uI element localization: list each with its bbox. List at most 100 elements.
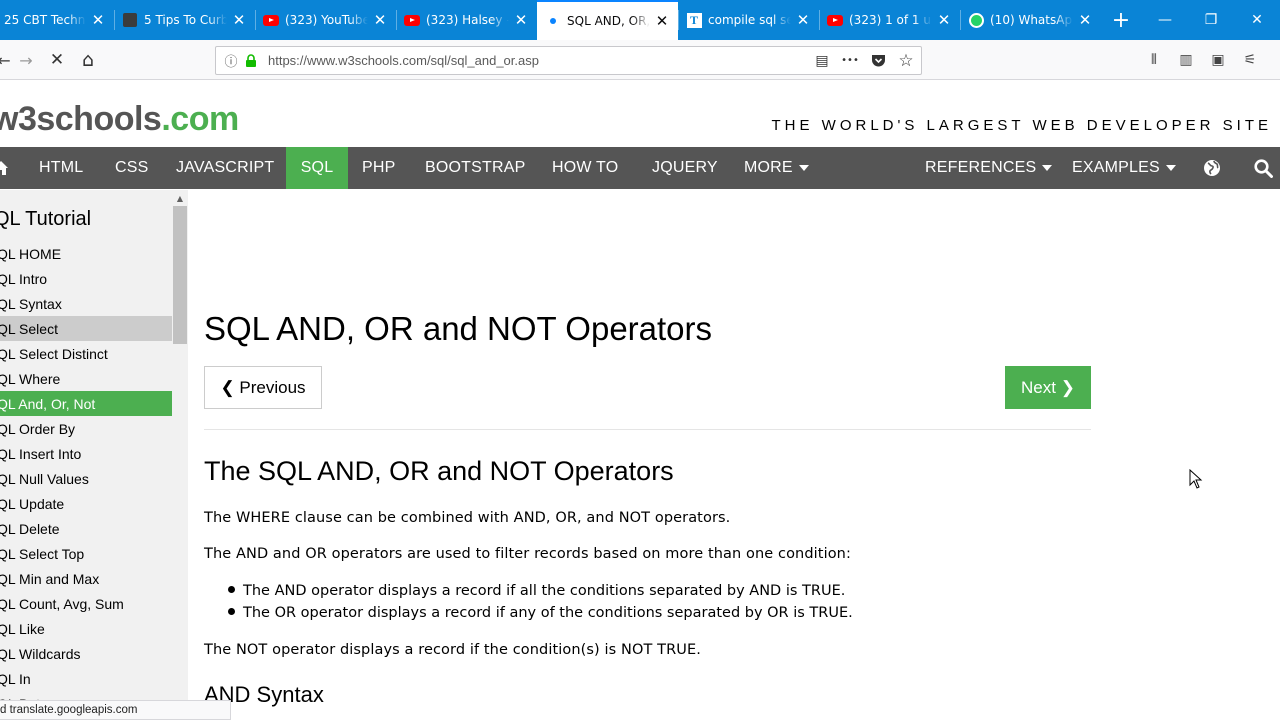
- nav-examples[interactable]: EXAMPLES: [1072, 147, 1176, 189]
- whatsapp-icon: [968, 12, 984, 28]
- home-button[interactable]: ⌂: [76, 48, 100, 72]
- browser-tab[interactable]: (10) WhatsApp ✕: [960, 0, 1101, 40]
- pocket-icon[interactable]: [869, 52, 887, 70]
- logo-main: w3schools: [0, 100, 162, 138]
- nav-bootstrap[interactable]: BOOTSTRAP: [425, 147, 525, 189]
- bookmark-star-icon[interactable]: ☆: [897, 51, 915, 71]
- sidebar-item[interactable]: QL And, Or, Not: [0, 391, 172, 416]
- sidebar-item[interactable]: QL In: [0, 666, 172, 691]
- tab-close-icon[interactable]: ✕: [372, 12, 388, 28]
- nav-javascript[interactable]: JAVASCRIPT: [176, 147, 274, 189]
- sidebar-item[interactable]: QL Where: [0, 366, 172, 391]
- tab-title: (323) 1 of 1 uplo: [849, 13, 932, 27]
- url-text[interactable]: https://www.w3schools.com/sql/sql_and_or…: [268, 53, 539, 68]
- nav-references[interactable]: REFERENCES: [925, 147, 1053, 189]
- sidebar-item[interactable]: QL Order By: [0, 416, 172, 441]
- sidebar-item[interactable]: QL Null Values: [0, 466, 172, 491]
- url-bar[interactable]: ⓘ https://www.w3schools.com/sql/sql_and_…: [215, 46, 922, 75]
- status-bar: d translate.googleapis.com: [0, 700, 231, 720]
- sidebar-item[interactable]: QL Update: [0, 491, 172, 516]
- sidebar-toggle-icon[interactable]: ▥: [1176, 50, 1196, 70]
- browser-tab[interactable]: 5 Tips To Curb ✕: [114, 0, 255, 40]
- list-item: The AND operator displays a record if al…: [228, 583, 845, 599]
- library-icon[interactable]: ⫴: [1144, 50, 1164, 70]
- paragraph: The NOT operator displays a record if th…: [204, 642, 701, 658]
- tab-title: (323) Halsey - S: [426, 13, 509, 27]
- bullet-icon: [228, 585, 235, 593]
- sidebar-item[interactable]: QL Count, Avg, Sum: [0, 591, 172, 616]
- tab-close-icon[interactable]: ✕: [654, 13, 670, 29]
- close-window-button[interactable]: ✕: [1234, 0, 1280, 40]
- next-button[interactable]: Next ❯: [1005, 366, 1091, 409]
- loading-dot-icon: [545, 13, 561, 29]
- browser-tab[interactable]: (323) Halsey - S ✕: [396, 0, 537, 40]
- w3schools-logo[interactable]: w3schools.com: [0, 100, 239, 139]
- sidebar-item[interactable]: QL Select Top: [0, 541, 172, 566]
- info-icon[interactable]: ⓘ: [222, 52, 240, 70]
- nav-how-to[interactable]: HOW TO: [552, 147, 618, 189]
- list-item-text: The OR operator displays a record if any…: [243, 605, 853, 621]
- new-tab-button[interactable]: +: [1101, 0, 1141, 40]
- nav-jquery[interactable]: JQUERY: [652, 147, 718, 189]
- reader-view-icon[interactable]: ▤: [813, 52, 831, 70]
- nav-html[interactable]: HTML: [39, 147, 83, 189]
- restore-button[interactable]: ❐: [1188, 0, 1234, 40]
- sidebar-item-label: QL Select Distinct: [0, 345, 108, 362]
- tab-close-icon[interactable]: ✕: [1077, 12, 1093, 28]
- youtube-icon: [404, 12, 420, 28]
- nav-php[interactable]: PHP: [362, 147, 396, 189]
- nav-more[interactable]: MORE: [744, 147, 809, 189]
- sidebar: QL Tutorial QL HOME QL Intro QL Syntax QL S…: [0, 190, 188, 720]
- tab-title: (10) WhatsApp: [990, 13, 1073, 27]
- nav-sql[interactable]: SQL: [286, 147, 348, 189]
- youtube-icon: [827, 12, 843, 28]
- sidebar-item[interactable]: QL HOME: [0, 241, 172, 266]
- lock-icon: [242, 52, 260, 70]
- mouse-cursor-icon: [1189, 469, 1203, 489]
- sidebar-item-label: QL In: [0, 670, 31, 687]
- tab-close-icon[interactable]: ✕: [231, 12, 247, 28]
- site-tagline: THE WORLD'S LARGEST WEB DEVELOPER SITE: [771, 117, 1272, 134]
- tab-title: 25 CBT Techniq: [4, 13, 86, 27]
- sidebar-item[interactable]: QL Select: [0, 316, 172, 341]
- search-icon[interactable]: [1254, 147, 1273, 189]
- browser-tab[interactable]: (323) YouTube ✕: [255, 0, 396, 40]
- tab-close-icon[interactable]: ✕: [936, 12, 952, 28]
- browser-tab[interactable]: (323) 1 of 1 uplo ✕: [819, 0, 960, 40]
- divider: [204, 429, 1091, 430]
- site-top-nav: HTML CSS JAVASCRIPT SQL PHP BOOTSTRAP HO…: [0, 147, 1280, 189]
- browser-tab-active[interactable]: SQL AND, OR, N ✕: [537, 0, 678, 40]
- scrollbar-thumb[interactable]: [173, 206, 187, 344]
- screenshot-icon[interactable]: ▣: [1208, 50, 1228, 70]
- sidebar-item[interactable]: QL Syntax: [0, 291, 172, 316]
- sidebar-item-label: QL Update: [0, 495, 65, 512]
- sidebar-item-label: QL Intro: [0, 270, 48, 287]
- sidebar-item[interactable]: QL Delete: [0, 516, 172, 541]
- sidebar-item-label: QL Syntax: [0, 295, 62, 312]
- sidebar-item-label: QL Delete: [0, 520, 60, 537]
- forward-button[interactable]: →: [14, 48, 38, 72]
- sidebar-item[interactable]: QL Insert Into: [0, 441, 172, 466]
- tab-close-icon[interactable]: ✕: [795, 12, 811, 28]
- stop-button[interactable]: ✕: [45, 48, 69, 72]
- scroll-up-arrow-icon[interactable]: ▲: [172, 190, 188, 206]
- toolbar-icons: ⫴ ▥ ▣ ⚟: [1144, 50, 1260, 70]
- previous-button[interactable]: ❮ Previous: [204, 366, 322, 409]
- sidebar-item[interactable]: QL Select Distinct: [0, 341, 172, 366]
- sidebar-item[interactable]: QL Wildcards: [0, 641, 172, 666]
- extension-icon[interactable]: ⚟: [1240, 50, 1260, 70]
- globe-icon[interactable]: [1203, 147, 1221, 189]
- sidebar-item-label: QL And, Or, Not: [0, 395, 96, 412]
- sidebar-item[interactable]: QL Intro: [0, 266, 172, 291]
- browser-tab[interactable]: 25 CBT Techniq ✕: [0, 0, 114, 40]
- minimize-button[interactable]: —: [1142, 0, 1188, 40]
- sidebar-item-label: QL Order By: [0, 420, 76, 437]
- sidebar-item[interactable]: QL Like: [0, 616, 172, 641]
- browser-tab[interactable]: T compile sql ser ✕: [678, 0, 819, 40]
- more-actions-icon[interactable]: •••: [841, 52, 859, 70]
- nav-css[interactable]: CSS: [115, 147, 149, 189]
- tab-close-icon[interactable]: ✕: [90, 12, 106, 28]
- home-icon[interactable]: [0, 147, 14, 189]
- tab-close-icon[interactable]: ✕: [513, 12, 529, 28]
- sidebar-item[interactable]: QL Min and Max: [0, 566, 172, 591]
